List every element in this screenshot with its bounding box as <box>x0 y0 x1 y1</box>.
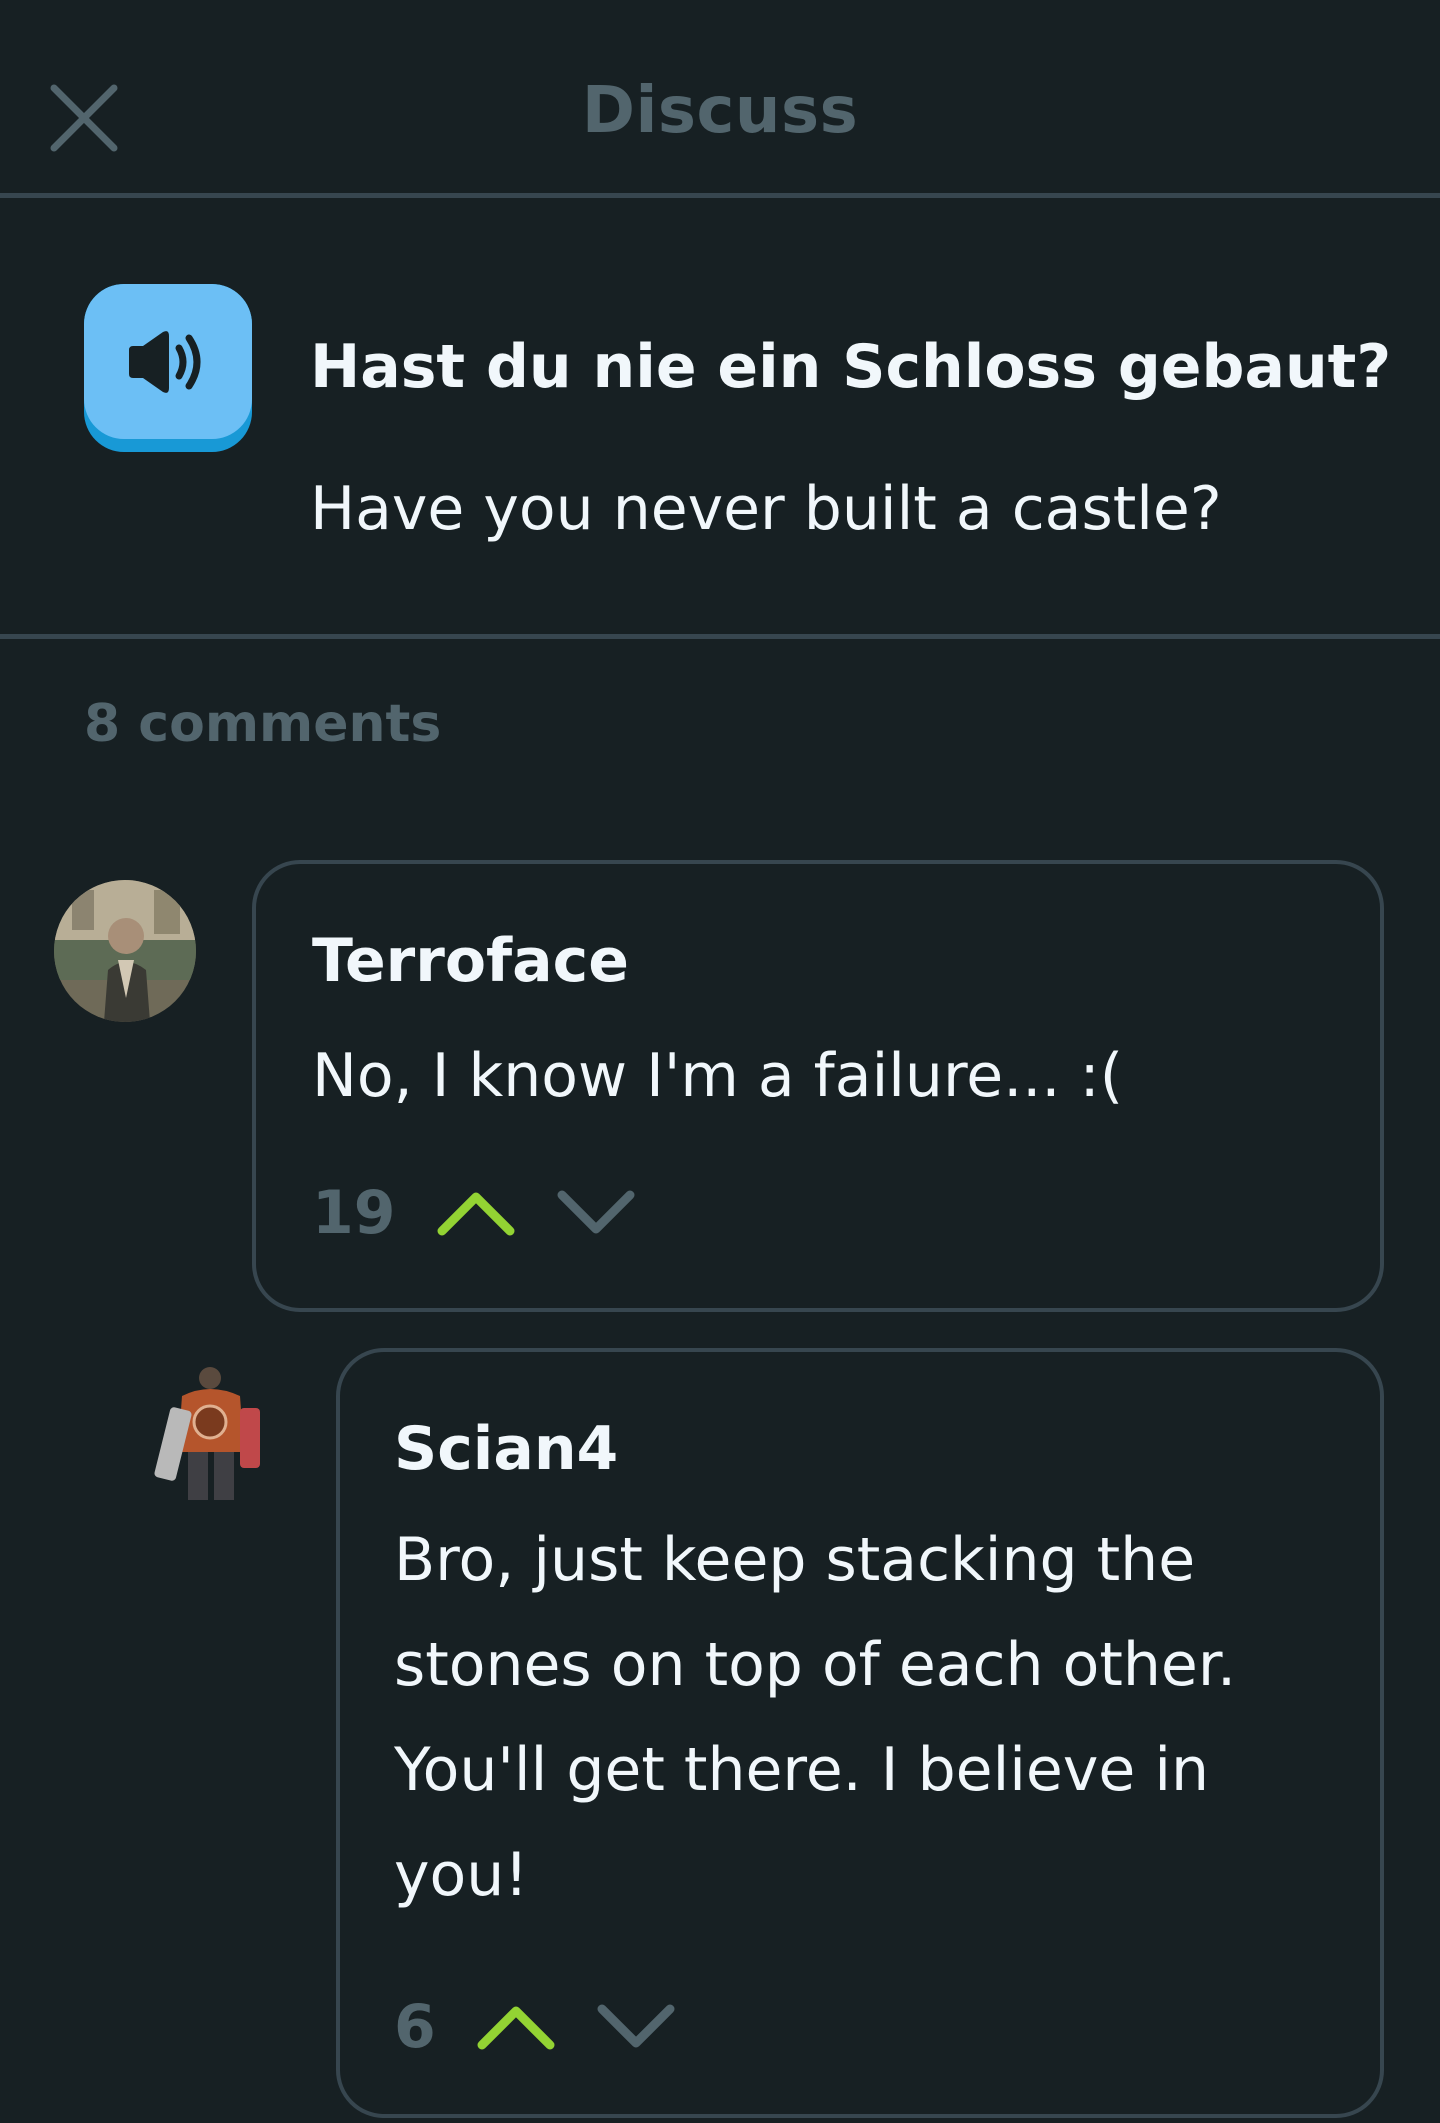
user-avatar-image <box>154 1367 260 1500</box>
header: Discuss <box>0 0 1440 198</box>
discussion-screen: Discuss Hast du nie ein Schloss gebaut? … <box>0 0 1440 2123</box>
upvote-button[interactable] <box>476 1997 556 2057</box>
avatar[interactable] <box>148 1360 276 1510</box>
user-avatar-image <box>54 880 196 1022</box>
header-divider <box>0 193 1440 198</box>
comment-bubble: Scian4 Bro, just keep stacking the stone… <box>336 1348 1384 2118</box>
page-title: Discuss <box>581 74 859 148</box>
sentence-divider <box>0 634 1440 639</box>
comment-text: No, I know I'm a failure... :( <box>312 1041 1124 1111</box>
upvote-button[interactable] <box>436 1183 516 1243</box>
sentence-translation: Have you never built a castle? <box>310 474 1222 544</box>
comment-author[interactable]: Scian4 <box>394 1414 618 1484</box>
sentence-original: Hast du nie ein Schloss gebaut? <box>310 332 1392 402</box>
chevron-down-icon <box>557 1190 634 1234</box>
chevron-down-icon <box>597 2004 675 2048</box>
vote-count: 19 <box>312 1178 396 1248</box>
speaker-icon <box>129 330 201 393</box>
chevron-up-icon <box>437 1192 514 1236</box>
downvote-button[interactable] <box>596 1997 676 2057</box>
comment-count: 8 comments <box>84 694 442 754</box>
play-audio-button[interactable] <box>84 284 252 452</box>
vote-count: 6 <box>394 1992 436 2062</box>
vote-controls: 19 <box>312 1178 676 1248</box>
chevron-up-icon <box>477 2006 555 2050</box>
vote-controls: 6 <box>394 1992 716 2062</box>
comment-text: Bro, just keep stacking the stones on to… <box>394 1525 1237 1910</box>
comment-bubble: Terroface No, I know I'm a failure... :(… <box>252 860 1384 1312</box>
avatar[interactable] <box>54 880 196 1022</box>
comment-author[interactable]: Terroface <box>312 926 629 996</box>
downvote-button[interactable] <box>556 1183 636 1243</box>
